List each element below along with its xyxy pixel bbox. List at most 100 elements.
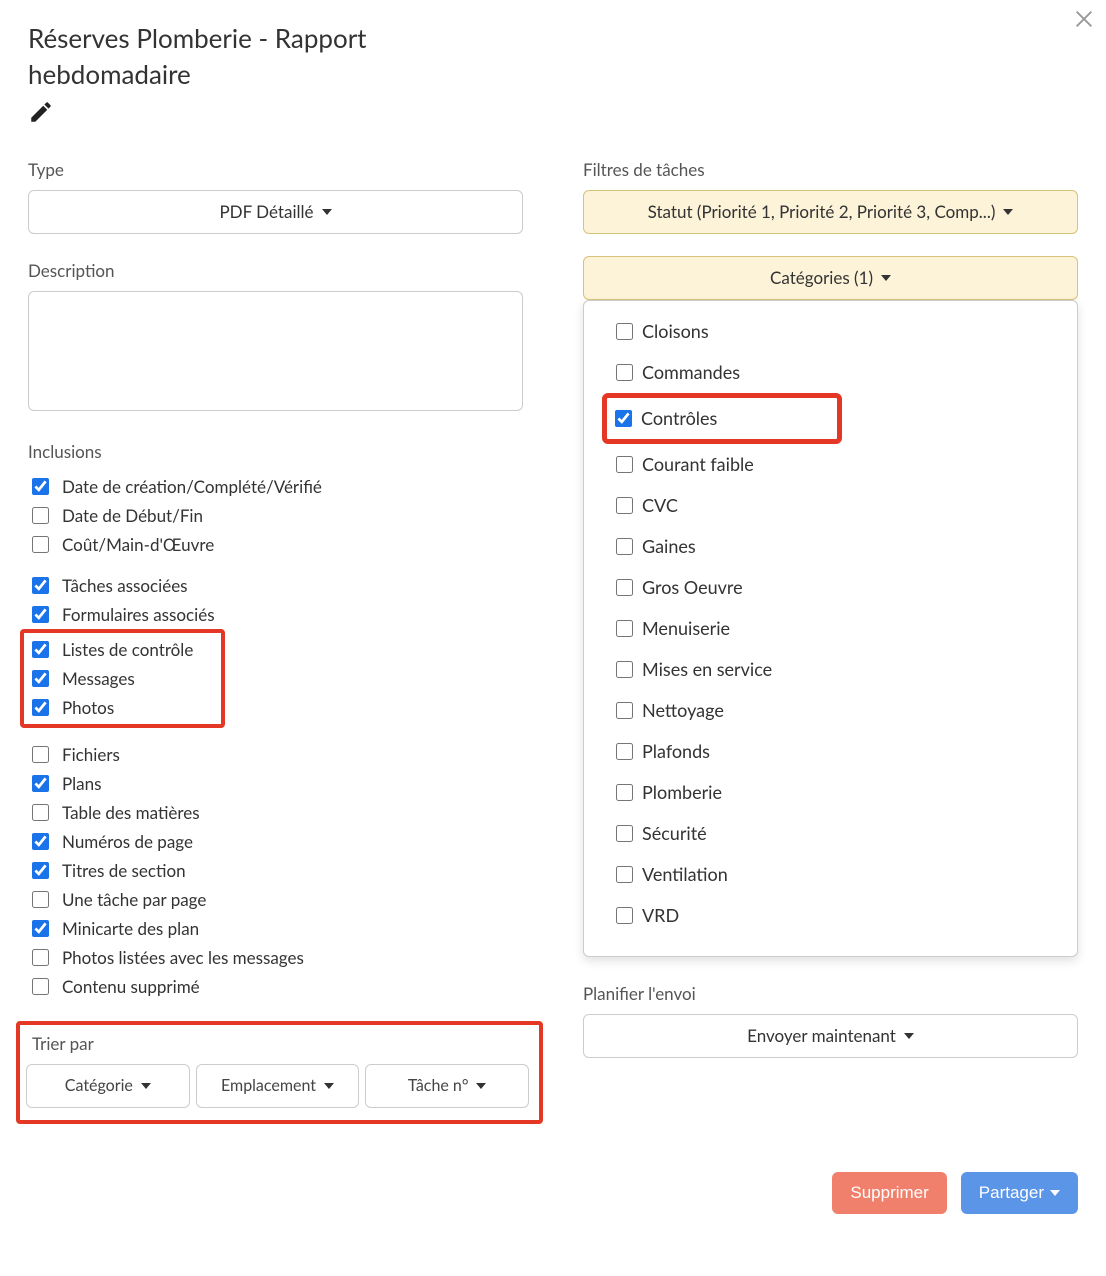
inclusion-label: Table des matières <box>62 802 200 823</box>
inclusion-label: Tâches associées <box>62 575 188 596</box>
inclusion-label: Listes de contrôle <box>62 639 193 660</box>
edit-title-icon[interactable] <box>28 99 54 125</box>
inclusion-checkbox[interactable] <box>32 606 49 623</box>
inclusion-label: Minicarte des plan <box>62 918 199 939</box>
right-column: Filtres de tâches Statut (Priorité 1, Pr… <box>583 159 1078 1124</box>
category-checkbox[interactable] <box>616 456 633 473</box>
delete-label: Supprimer <box>850 1183 928 1203</box>
sort-button[interactable]: Catégorie <box>26 1064 190 1108</box>
chevron-down-icon <box>904 1033 914 1039</box>
category-label: VRD <box>642 904 679 926</box>
category-checkbox[interactable] <box>616 364 633 381</box>
inclusion-label: Fichiers <box>62 744 120 765</box>
category-label: Ventilation <box>642 863 728 885</box>
chevron-down-icon <box>141 1083 151 1089</box>
category-row: Plafonds <box>612 731 1049 772</box>
sort-label: Trier par <box>32 1033 529 1054</box>
category-checkbox[interactable] <box>616 538 633 555</box>
category-label: Gros Oeuvre <box>642 576 743 598</box>
inclusion-label: Photos <box>62 697 114 718</box>
inclusion-row: Titres de section <box>28 856 523 885</box>
category-row: Menuiserie <box>612 608 1049 649</box>
inclusion-label: Photos listées avec les messages <box>62 947 304 968</box>
category-checkbox[interactable] <box>616 743 633 760</box>
inclusion-label: Formulaires associés <box>62 604 215 625</box>
category-label: CVC <box>642 494 678 516</box>
sort-button-label: Catégorie <box>65 1076 133 1095</box>
category-label: Plomberie <box>642 781 722 803</box>
footer-actions: Supprimer Partager <box>28 1172 1078 1214</box>
type-label: Type <box>28 159 523 180</box>
category-checkbox[interactable] <box>616 661 633 678</box>
schedule-value: Envoyer maintenant <box>747 1025 896 1046</box>
category-checkbox[interactable] <box>616 907 633 924</box>
inclusion-checkbox[interactable] <box>32 862 49 879</box>
sort-button[interactable]: Emplacement <box>196 1064 360 1108</box>
chevron-down-icon <box>881 275 891 281</box>
inclusion-checkbox[interactable] <box>32 478 49 495</box>
category-label: Plafonds <box>642 740 710 762</box>
category-row: Courant faible <box>612 444 1049 485</box>
inclusions-highlight-box: Listes de contrôle Messages Photos <box>20 629 225 728</box>
type-dropdown[interactable]: PDF Détaillé <box>28 190 523 234</box>
category-checkbox[interactable] <box>615 410 632 427</box>
inclusion-label: Numéros de page <box>62 831 193 852</box>
inclusion-checkbox[interactable] <box>32 978 49 995</box>
close-icon[interactable] <box>1072 8 1096 32</box>
inclusion-label: Coût/Main-d'Œuvre <box>62 534 214 555</box>
inclusion-checkbox[interactable] <box>32 670 49 687</box>
schedule-dropdown[interactable]: Envoyer maintenant <box>583 1014 1078 1058</box>
description-label: Description <box>28 260 523 281</box>
inclusion-row: Listes de contrôle <box>28 635 219 664</box>
inclusion-checkbox[interactable] <box>32 641 49 658</box>
schedule-label: Planifier l'envoi <box>583 983 1078 1004</box>
inclusion-checkbox[interactable] <box>32 507 49 524</box>
category-checkbox[interactable] <box>616 825 633 842</box>
category-row: Gaines <box>612 526 1049 567</box>
category-row: Cloisons <box>612 311 1049 352</box>
inclusion-checkbox[interactable] <box>32 699 49 716</box>
inclusion-checkbox[interactable] <box>32 775 49 792</box>
description-input[interactable] <box>28 291 523 411</box>
category-checkbox[interactable] <box>616 866 633 883</box>
category-checkbox[interactable] <box>616 702 633 719</box>
inclusion-row: Minicarte des plan <box>28 914 523 943</box>
sort-button-label: Emplacement <box>221 1076 316 1095</box>
category-row: Commandes <box>612 352 1049 393</box>
inclusion-label: Date de création/Complété/Vérifié <box>62 476 322 497</box>
sort-button[interactable]: Tâche n° <box>365 1064 529 1108</box>
inclusion-row: Plans <box>28 769 523 798</box>
inclusion-row: Une tâche par page <box>28 885 523 914</box>
category-checkbox[interactable] <box>616 323 633 340</box>
sort-highlight-box: Trier par Catégorie Emplacement Tâche n° <box>16 1021 543 1124</box>
category-row: Sécurité <box>612 813 1049 854</box>
inclusion-label: Contenu supprimé <box>62 976 200 997</box>
status-filter-value: Statut (Priorité 1, Priorité 2, Priorité… <box>648 201 996 222</box>
category-highlight-box: Contrôles <box>602 393 842 444</box>
inclusion-checkbox[interactable] <box>32 949 49 966</box>
category-checkbox[interactable] <box>616 579 633 596</box>
inclusion-checkbox[interactable] <box>32 833 49 850</box>
category-checkbox[interactable] <box>616 784 633 801</box>
inclusion-checkbox[interactable] <box>32 891 49 908</box>
inclusion-label: Date de Début/Fin <box>62 505 203 526</box>
inclusion-row: Numéros de page <box>28 827 523 856</box>
category-checkbox[interactable] <box>616 620 633 637</box>
chevron-down-icon <box>1003 209 1013 215</box>
report-title: Réserves Plomberie - Rapport hebdomadair… <box>28 20 448 93</box>
inclusion-row: Date de Début/Fin <box>28 501 523 530</box>
inclusion-checkbox[interactable] <box>32 746 49 763</box>
inclusion-checkbox[interactable] <box>32 804 49 821</box>
share-button[interactable]: Partager <box>961 1172 1078 1214</box>
inclusion-checkbox[interactable] <box>32 920 49 937</box>
inclusion-row: Photos listées avec les messages <box>28 943 523 972</box>
inclusion-label: Messages <box>62 668 135 689</box>
status-filter-dropdown[interactable]: Statut (Priorité 1, Priorité 2, Priorité… <box>583 190 1078 234</box>
categories-filter-dropdown[interactable]: Catégories (1) <box>583 256 1078 300</box>
category-label: Menuiserie <box>642 617 730 639</box>
inclusion-checkbox[interactable] <box>32 577 49 594</box>
inclusion-row: Date de création/Complété/Vérifié <box>28 472 523 501</box>
delete-button[interactable]: Supprimer <box>832 1172 946 1214</box>
inclusion-checkbox[interactable] <box>32 536 49 553</box>
category-checkbox[interactable] <box>616 497 633 514</box>
